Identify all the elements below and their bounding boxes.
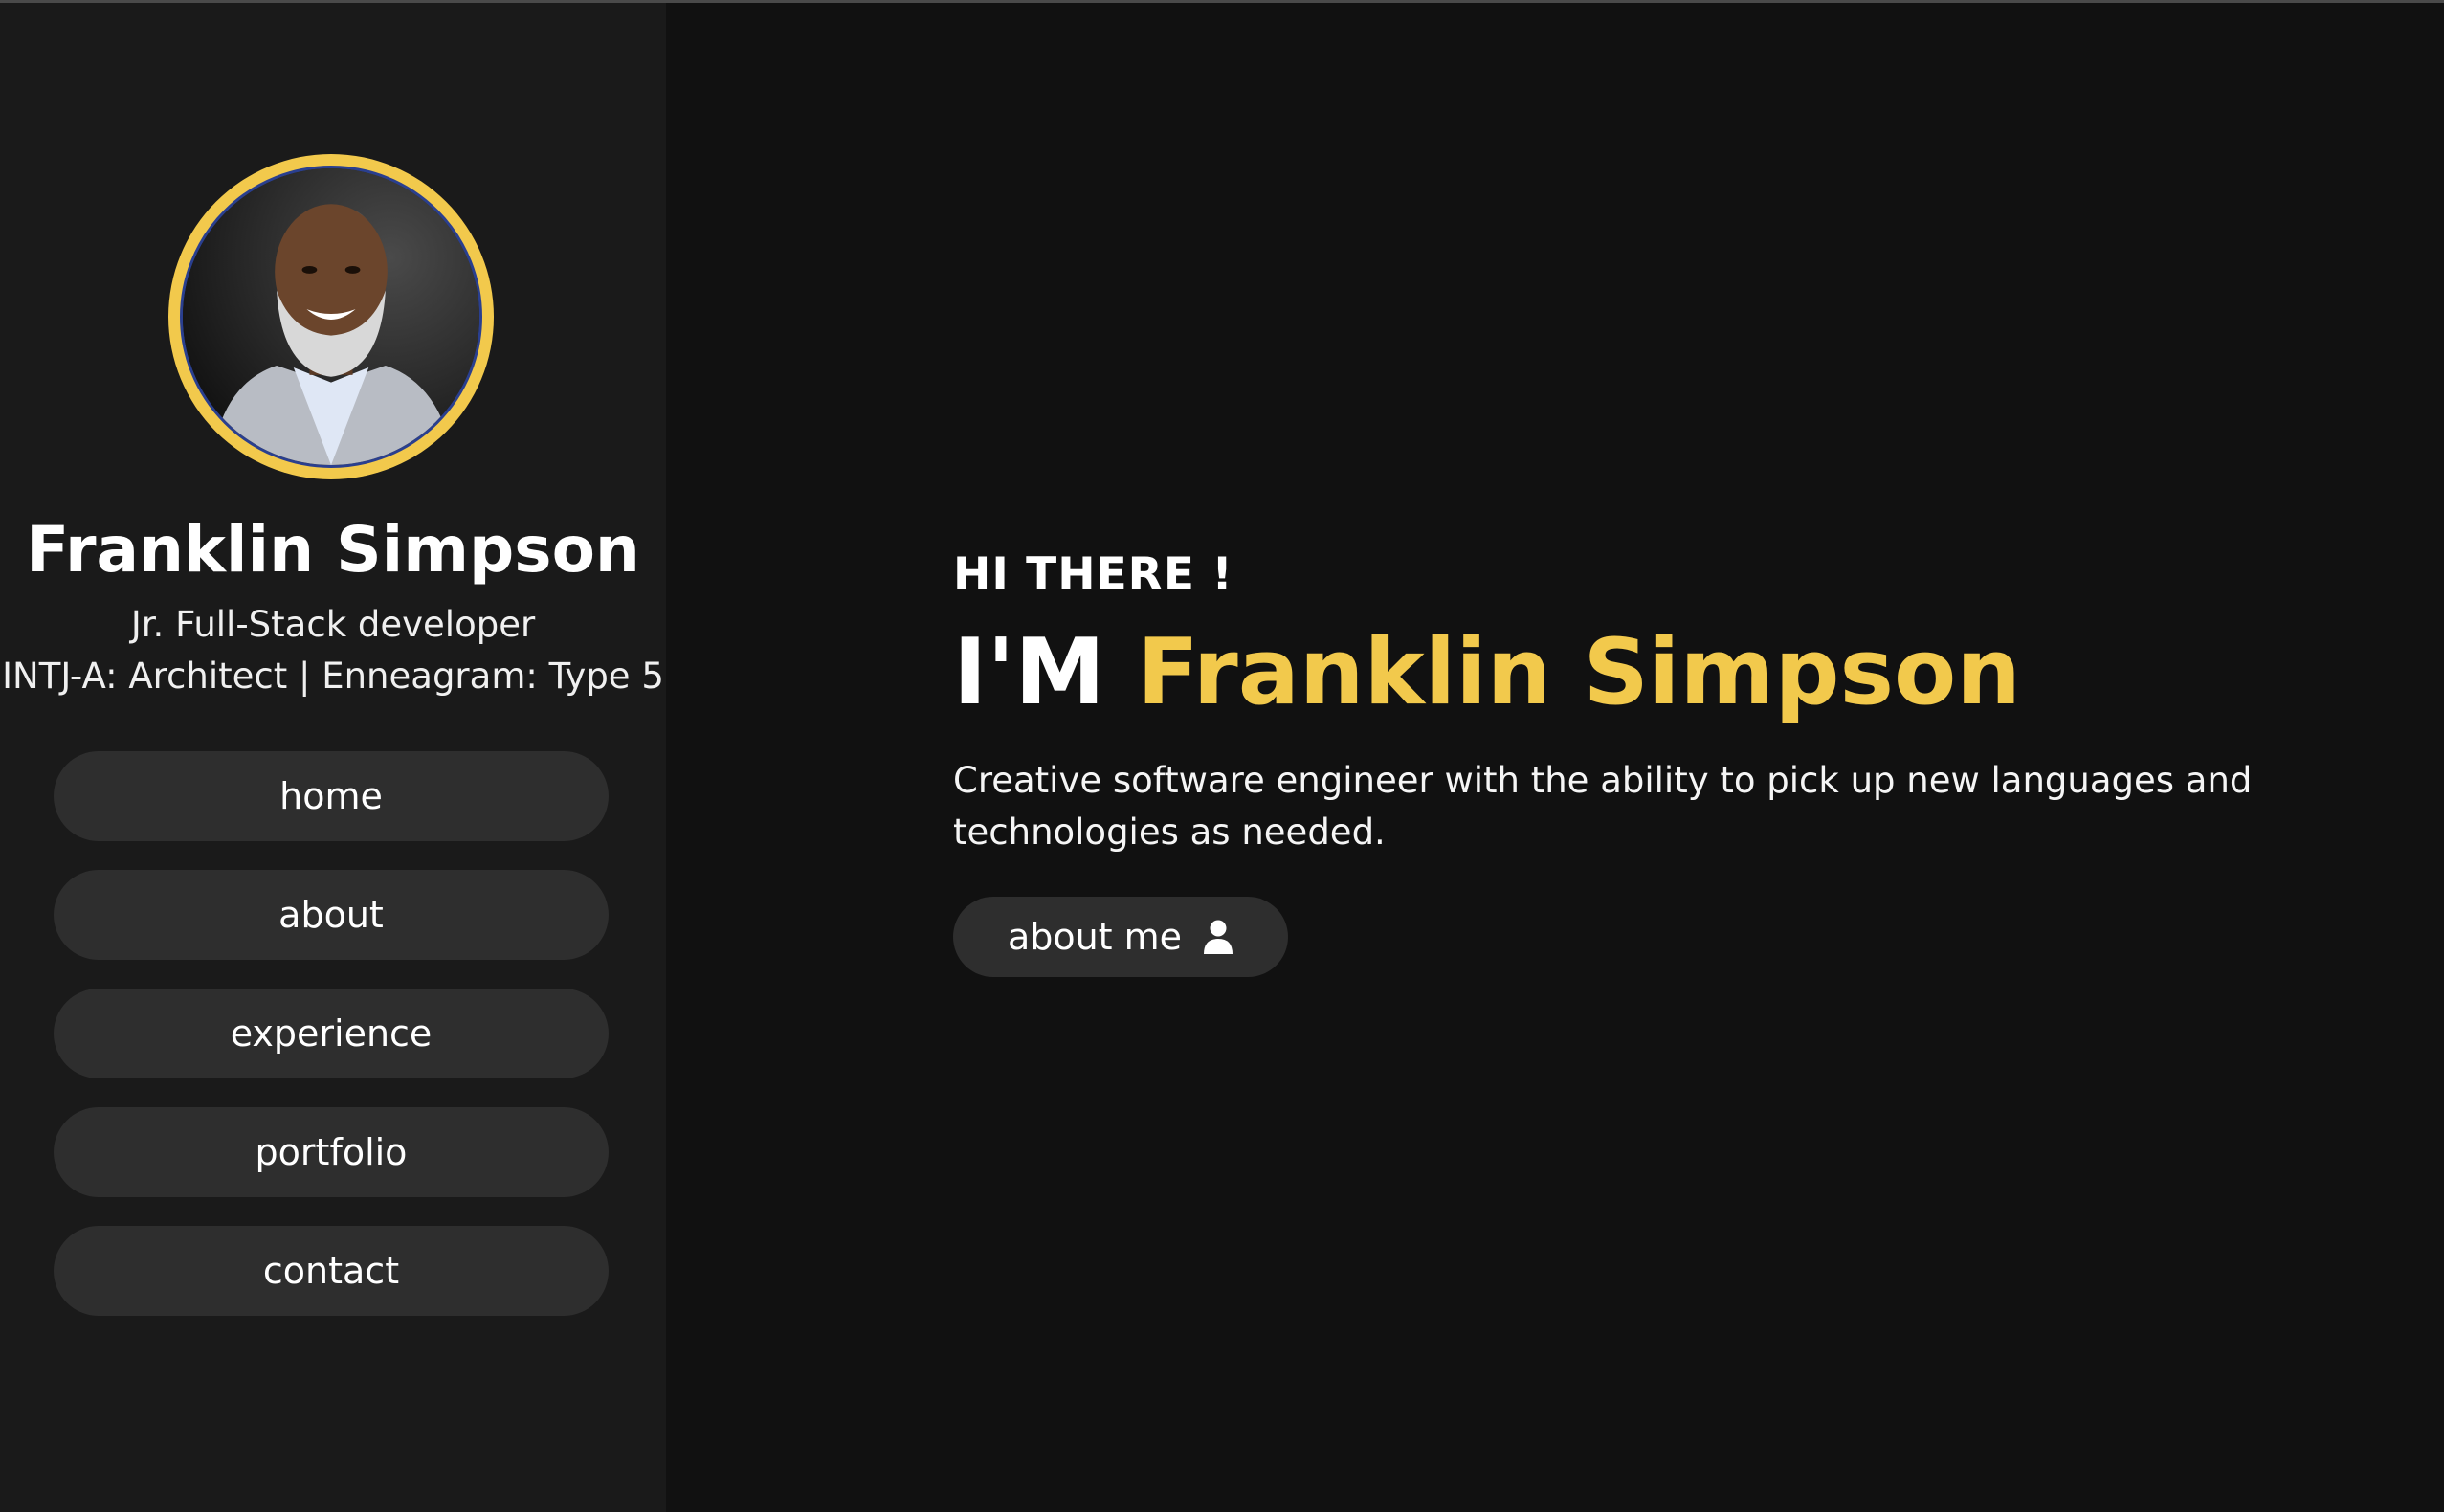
sidebar-nav: home about experience portfolio contact	[54, 751, 609, 1345]
nav-portfolio-button[interactable]: portfolio	[54, 1107, 609, 1197]
page: Franklin Simpson Jr. Full-Stack develope…	[0, 0, 2444, 1512]
profile-title: Jr. Full-Stack developer	[130, 604, 536, 645]
hero-greeting: HI THERE !	[953, 548, 1233, 601]
nav-about-button[interactable]: about	[54, 870, 609, 960]
hero-description: Creative software engineer with the abil…	[953, 760, 2253, 853]
profile-personality: INTJ-A: Architect | Enneagram: Type 5	[2, 656, 664, 697]
headline-name: Franklin Simpson	[1137, 620, 2021, 725]
avatar-ring	[168, 154, 494, 479]
avatar-photo	[183, 168, 479, 465]
hero-headline: I'M Franklin Simpson	[953, 620, 2021, 725]
avatar	[180, 166, 482, 468]
sidebar: Franklin Simpson Jr. Full-Stack develope…	[0, 3, 666, 1512]
about-me-button[interactable]: about me	[953, 897, 1288, 977]
nav-home-button[interactable]: home	[54, 751, 609, 841]
user-icon	[1203, 920, 1233, 954]
headline-prefix: I'M	[953, 620, 1105, 725]
hero-section: HI THERE ! I'M Franklin Simpson Creative…	[666, 3, 2444, 1512]
nav-experience-button[interactable]: experience	[54, 989, 609, 1078]
about-me-label: about me	[1007, 916, 1183, 958]
nav-contact-button[interactable]: contact	[54, 1226, 609, 1316]
profile-name: Franklin Simpson	[26, 513, 640, 587]
